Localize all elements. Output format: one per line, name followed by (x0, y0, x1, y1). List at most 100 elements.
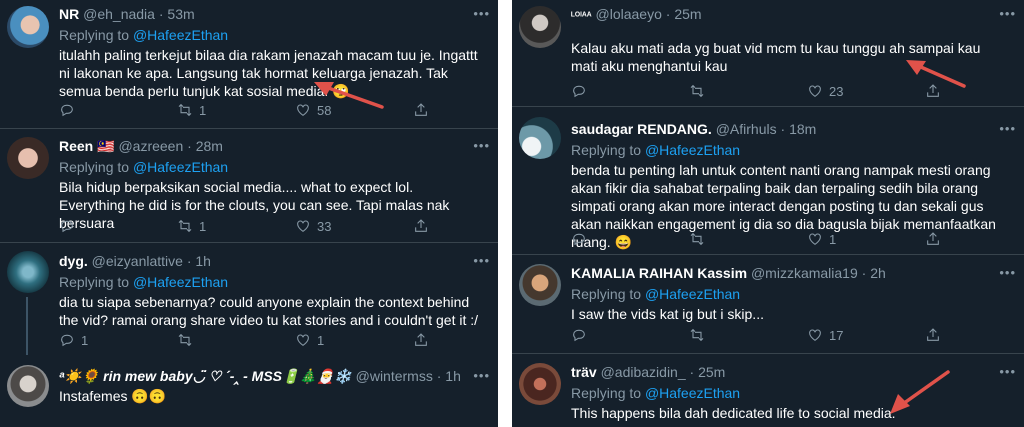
share-icon (415, 219, 427, 232)
tweet[interactable]: dyg. @eizyanlattive · 1h Replying to @Ha… (0, 243, 498, 355)
share-button[interactable] (925, 230, 1024, 248)
heart-icon (297, 220, 309, 232)
thread-line (26, 297, 28, 355)
author-name[interactable]: KAMALIA RAIHAN Kassim (571, 265, 747, 281)
like-button[interactable]: 17 (807, 326, 925, 344)
share-button[interactable] (413, 217, 498, 235)
timestamp[interactable]: 25m (698, 364, 725, 380)
author-handle[interactable]: @lolaaeyo (596, 6, 662, 22)
annotation-arrow (890, 370, 950, 414)
share-icon (415, 103, 427, 116)
tweet[interactable]: Reen 🇲🇾 @azreeen · 28m Replying to @Hafe… (0, 129, 498, 242)
author-handle[interactable]: @wintermss (356, 368, 433, 384)
timestamp[interactable]: 28m (196, 138, 223, 154)
more-icon[interactable]: ••• (473, 253, 490, 268)
reply-icon (573, 233, 585, 246)
retweet-button[interactable]: 1 (177, 101, 295, 119)
heart-icon (809, 233, 821, 245)
retweet-button[interactable]: 1 (177, 217, 295, 235)
retweet-button[interactable] (689, 230, 807, 248)
separator-dot: · (186, 253, 192, 269)
mention-link[interactable]: @HafeezEthan (133, 27, 228, 43)
author-name[interactable]: ᴸᴼᴵᴬᴬ (571, 11, 592, 22)
reply-button[interactable] (571, 82, 689, 100)
tweet[interactable]: ᴸᴼᴵᴬᴬ @lolaaeyo · 25m Kalau aku mati ada… (512, 0, 1024, 108)
replying-label: Replying to (59, 274, 130, 290)
timestamp[interactable]: 18m (789, 121, 816, 137)
share-button[interactable] (413, 101, 498, 119)
tweet[interactable]: NR @eh_nadia · 53m Replying to @HafeezEt… (0, 0, 498, 130)
replying-to: Replying to @HafeezEthan (571, 141, 1004, 159)
like-button[interactable]: 33 (295, 217, 413, 235)
author-handle[interactable]: @azreeen (118, 138, 183, 154)
mention-link[interactable]: @HafeezEthan (133, 159, 228, 175)
avatar[interactable] (519, 264, 561, 306)
tweet[interactable]: saudagar RENDANG. @Afirhuls · 18m Replyi… (512, 107, 1024, 254)
tweet-text: I saw the vids kat ig but i skip... (571, 306, 764, 322)
reply-button[interactable] (571, 326, 689, 344)
author-name[interactable]: träv (571, 364, 597, 380)
like-button[interactable]: 1 (295, 331, 413, 349)
like-button[interactable]: 1 (807, 230, 925, 248)
reply-button[interactable] (571, 230, 689, 248)
mention-link[interactable]: @HafeezEthan (645, 385, 740, 401)
like-count: 1 (317, 332, 325, 348)
more-icon[interactable]: ••• (999, 265, 1016, 280)
avatar[interactable] (7, 6, 49, 48)
timestamp[interactable]: 1h (445, 368, 461, 384)
mention-link[interactable]: @HafeezEthan (133, 274, 228, 290)
more-icon[interactable]: ••• (999, 364, 1016, 379)
avatar[interactable] (7, 137, 49, 179)
avatar[interactable] (7, 365, 49, 407)
timestamp[interactable]: 53m (167, 6, 194, 22)
reply-button[interactable]: 1 (59, 331, 177, 349)
mention-link[interactable]: @HafeezEthan (645, 142, 740, 158)
timestamp[interactable]: 1h (195, 253, 211, 269)
avatar[interactable] (7, 251, 49, 293)
author-handle[interactable]: @Afirhuls (716, 121, 777, 137)
retweet-button[interactable] (177, 331, 295, 349)
retweet-button[interactable] (689, 82, 807, 100)
share-icon (927, 328, 939, 341)
author-handle[interactable]: @adibazidin_ (601, 364, 686, 380)
retweet-icon (178, 103, 192, 117)
heart-icon (809, 329, 821, 341)
tweet[interactable]: KAMALIA RAIHAN Kassim @mizzkamalia19 · 2… (512, 255, 1024, 353)
tweet[interactable]: träv @adibazidin_ · 25m Replying to @Haf… (512, 354, 1024, 427)
more-icon[interactable]: ••• (999, 121, 1016, 136)
share-button[interactable] (413, 331, 498, 349)
mention-link[interactable]: @HafeezEthan (645, 286, 740, 302)
reply-button[interactable] (59, 217, 177, 235)
avatar[interactable] (519, 363, 561, 405)
reply-count: 1 (81, 332, 89, 348)
more-icon[interactable]: ••• (473, 138, 490, 153)
tweet[interactable]: ᵃ☀️🌻 rin mew baby◡̈ ♡ ´-‸ - MSS🔋🎄🎅❄️ @wi… (0, 355, 498, 427)
timestamp[interactable]: 2h (870, 265, 886, 281)
author-name[interactable]: Reen 🇲🇾 (59, 138, 115, 154)
avatar[interactable] (519, 117, 561, 159)
author-name[interactable]: dyg. (59, 253, 88, 269)
author-name[interactable]: saudagar RENDANG. (571, 121, 712, 137)
heart-icon (809, 85, 821, 97)
separator-dot: · (861, 265, 867, 281)
more-icon[interactable]: ••• (473, 6, 490, 21)
author-name[interactable]: NR (59, 6, 79, 22)
reply-button[interactable] (59, 101, 177, 119)
like-count: 23 (829, 83, 844, 99)
tweet-actions: 1 58 (59, 101, 498, 119)
avatar[interactable] (519, 6, 561, 48)
author-handle[interactable]: @eizyanlattive (92, 253, 183, 269)
retweet-icon (690, 328, 704, 342)
author-handle[interactable]: @eh_nadia (83, 6, 155, 22)
more-icon[interactable]: ••• (999, 6, 1016, 21)
more-icon[interactable]: ••• (473, 368, 490, 383)
replying-to: Replying to @HafeezEthan (59, 273, 478, 291)
left-panel: NR @eh_nadia · 53m Replying to @HafeezEt… (0, 0, 498, 427)
separator-dot: · (158, 6, 164, 22)
timestamp[interactable]: 25m (674, 6, 701, 22)
tweet-actions: 1 1 (59, 331, 498, 349)
retweet-button[interactable] (689, 326, 807, 344)
author-handle[interactable]: @mizzkamalia19 (751, 265, 858, 281)
author-name[interactable]: ᵃ☀️🌻 rin mew baby◡̈ ♡ ´-‸ - MSS🔋🎄🎅❄️ (59, 368, 352, 384)
share-button[interactable] (925, 326, 1024, 344)
